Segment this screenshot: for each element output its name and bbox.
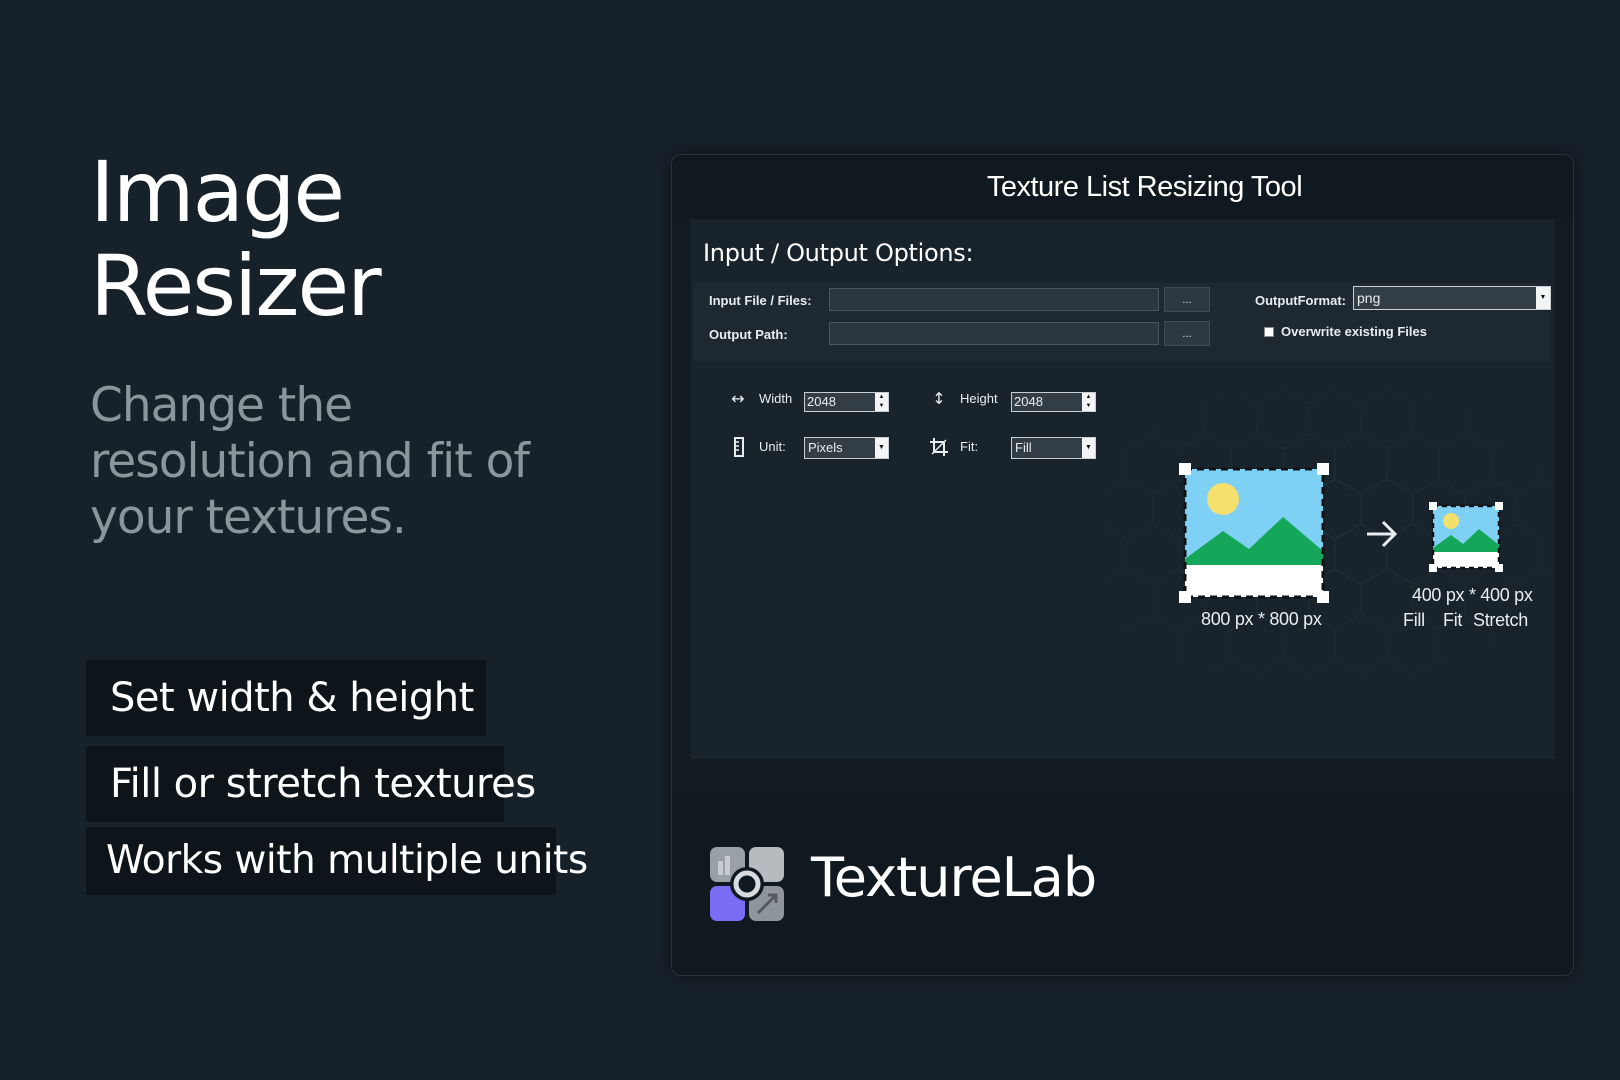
feature-badge-units: Works with multiple units bbox=[86, 827, 588, 895]
spinner-arrows-icon[interactable]: ▲ ▼ bbox=[1082, 393, 1095, 411]
hero-subtitle: Change the resolution and fit of your te… bbox=[90, 378, 530, 545]
hero-title-line-1: Image bbox=[90, 143, 345, 241]
overwrite-checkbox[interactable] bbox=[1264, 327, 1274, 337]
section-title: Input / Output Options: bbox=[703, 239, 974, 267]
hero-title: Image Resizer bbox=[90, 143, 382, 335]
output-browse-button[interactable]: ... bbox=[1164, 321, 1210, 346]
output-format-label: OutputFormat: bbox=[1255, 293, 1346, 308]
brand-footer: TextureLab bbox=[672, 792, 1573, 975]
fit-label: Fit: bbox=[960, 439, 979, 454]
height-label: Height bbox=[960, 391, 998, 406]
spinner-arrows-icon[interactable]: ▲ ▼ bbox=[875, 393, 888, 411]
hero-title-line-2: Resizer bbox=[90, 237, 382, 335]
texturelab-logo-icon bbox=[710, 847, 784, 921]
fit-select[interactable]: Fill ▼ bbox=[1011, 437, 1096, 459]
fit-value: Fill bbox=[1015, 440, 1032, 455]
crop-icon bbox=[930, 438, 948, 456]
source-size-label: 800 px * 800 px bbox=[1201, 609, 1322, 629]
unit-value: Pixels bbox=[808, 440, 843, 455]
output-format-select[interactable]: png ▼ bbox=[1353, 286, 1551, 310]
output-format-value: png bbox=[1357, 290, 1381, 306]
feature-badge-fill: Fill or stretch textures bbox=[86, 746, 536, 822]
chevron-down-icon: ▼ bbox=[1536, 287, 1550, 309]
target-image-icon bbox=[1429, 502, 1503, 572]
options-body: Input / Output Options: Input File / Fil… bbox=[691, 219, 1555, 759]
feature-badge-dimensions: Set width & height bbox=[86, 660, 486, 736]
unit-label: Unit: bbox=[759, 439, 786, 454]
input-files-label: Input File / Files: bbox=[709, 293, 812, 308]
output-path-field[interactable] bbox=[829, 322, 1159, 345]
mode-fill-label: Fill bbox=[1403, 610, 1425, 630]
vertical-arrows-icon: ↕ bbox=[932, 389, 946, 408]
input-browse-button[interactable]: ... bbox=[1164, 287, 1210, 312]
height-spinner[interactable]: 2048 ▲ ▼ bbox=[1011, 392, 1096, 412]
output-path-label: Output Path: bbox=[709, 327, 788, 342]
chevron-down-icon: ▼ bbox=[875, 438, 888, 458]
arrow-right-icon bbox=[1367, 520, 1398, 548]
ruler-icon bbox=[734, 437, 744, 457]
width-label: Width bbox=[759, 391, 793, 406]
input-files-field[interactable] bbox=[829, 288, 1159, 311]
height-value: 2048 bbox=[1014, 394, 1043, 409]
overwrite-label: Overwrite existing Files bbox=[1281, 324, 1427, 339]
unit-select[interactable]: Pixels ▼ bbox=[804, 437, 889, 459]
source-image-icon bbox=[1179, 463, 1329, 603]
width-value: 2048 bbox=[807, 394, 836, 409]
width-spinner[interactable]: 2048 ▲ ▼ bbox=[804, 392, 889, 412]
target-size-label: 400 px * 400 px bbox=[1412, 585, 1533, 605]
horizontal-arrows-icon: ↔ bbox=[731, 389, 745, 408]
window-title: Texture List Resizing Tool bbox=[672, 155, 1573, 219]
io-options: Input File / Files: ... Output Path: ...… bbox=[693, 283, 1551, 361]
tool-window: Texture List Resizing Tool Input / Outpu… bbox=[671, 154, 1574, 976]
mode-stretch-label: Stretch bbox=[1473, 610, 1528, 630]
brand-name: TextureLab bbox=[811, 846, 1097, 909]
chevron-down-icon: ▼ bbox=[1082, 438, 1095, 458]
mode-fit-label: Fit bbox=[1443, 610, 1463, 630]
